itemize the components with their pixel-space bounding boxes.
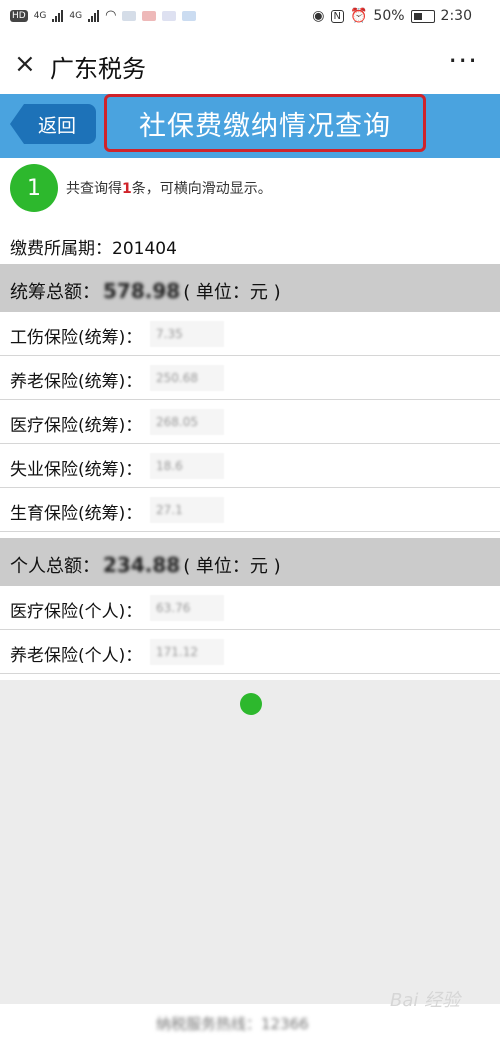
notification-icon-2 bbox=[142, 10, 157, 21]
pooled-total-label: 统筹总额： bbox=[10, 282, 100, 303]
step-badge: 1 bbox=[10, 164, 58, 212]
status-right: ◉ N ⏰ 50% 2:30 bbox=[312, 8, 472, 24]
pooled-total-text: 统筹总额： 578.98( 单位：元 ) bbox=[10, 278, 281, 304]
notification-icon-1 bbox=[122, 10, 137, 21]
item-label: 养老保险(个人)： bbox=[10, 646, 143, 666]
signal-bars-icon bbox=[52, 9, 64, 22]
result-text-before: 共查询得 bbox=[66, 181, 122, 197]
result-text-after: 条，可横向滑动显示。 bbox=[131, 181, 272, 197]
alarm-icon: ⏰ bbox=[349, 8, 368, 24]
clock-time: 2:30 bbox=[440, 8, 472, 24]
item-label: 生育保险(统筹)： bbox=[10, 504, 143, 524]
pooled-total-header: 统筹总额： 578.98( 单位：元 ) bbox=[0, 264, 500, 312]
item-value: 63.76 bbox=[150, 595, 224, 621]
app-title: 广东税务 bbox=[50, 55, 146, 83]
table-row: 工伤保险(统筹)： 7.35 bbox=[0, 312, 500, 356]
hotline-text: 纳税服务热线：12366 bbox=[156, 1015, 309, 1033]
item-label: 医疗保险(统筹)： bbox=[10, 416, 143, 436]
period-label: 缴费所属期： bbox=[10, 239, 112, 259]
back-button[interactable]: 返回 bbox=[10, 104, 96, 144]
page-title-highlight: 社保费缴纳情况查询 bbox=[104, 94, 426, 152]
nfc-icon: N bbox=[330, 9, 344, 23]
more-options-icon[interactable]: ··· bbox=[448, 44, 478, 77]
result-count-text: 共查询得1条，可横向滑动显示。 bbox=[66, 178, 272, 198]
eye-icon: ◉ bbox=[312, 8, 325, 24]
signal-label-2: 4G bbox=[69, 10, 83, 21]
battery-percent: 50% bbox=[373, 8, 405, 24]
item-value: 27.1 bbox=[150, 497, 224, 523]
status-left: HD 4G 4G ◠ bbox=[10, 8, 197, 23]
item-value: 250.68 bbox=[150, 365, 224, 391]
item-value: 268.05 bbox=[150, 409, 224, 435]
table-row: 养老保险(统筹)： 250.68 bbox=[0, 356, 500, 400]
item-label: 失业保险(统筹)： bbox=[10, 460, 143, 480]
result-panel: 1 共查询得1条，可横向滑动显示。 缴费所属期：201404 统筹总额： 578.… bbox=[0, 158, 500, 680]
period-text: 缴费所属期：201404 bbox=[10, 234, 177, 259]
table-row: 养老保险(个人)： 171.12 bbox=[0, 630, 500, 674]
result-count: 1 bbox=[122, 181, 132, 197]
pooled-total-unit: ( 单位：元 ) bbox=[183, 282, 281, 303]
signal-label-1: 4G bbox=[33, 10, 47, 21]
personal-total-unit: ( 单位：元 ) bbox=[183, 556, 281, 577]
app-header: × 广东税务 ··· bbox=[0, 34, 500, 94]
result-summary: 1 共查询得1条，可横向滑动显示。 bbox=[0, 158, 500, 222]
notification-icon-3 bbox=[162, 10, 177, 21]
table-row: 失业保险(统筹)： 18.6 bbox=[0, 444, 500, 488]
notification-icon-4 bbox=[182, 10, 197, 21]
personal-total-text: 个人总额： 234.88( 单位：元 ) bbox=[10, 552, 281, 578]
battery-icon bbox=[410, 9, 435, 23]
personal-total-amount: 234.88 bbox=[103, 553, 181, 577]
item-value: 171.12 bbox=[150, 639, 224, 665]
close-icon[interactable]: × bbox=[14, 50, 36, 78]
item-value: 18.6 bbox=[150, 453, 224, 479]
watermark-logo: Bai 经验 bbox=[390, 990, 461, 1011]
page-title: 社保费缴纳情况查询 bbox=[139, 110, 391, 142]
hd-badge: HD bbox=[10, 9, 28, 22]
item-label: 医疗保险(个人)： bbox=[10, 602, 143, 622]
pagination-dot[interactable] bbox=[240, 693, 262, 715]
item-value: 7.35 bbox=[150, 321, 224, 347]
status-bar: HD 4G 4G ◠ ◉ N ⏰ 50% 2:30 bbox=[0, 0, 500, 34]
personal-total-header: 个人总额： 234.88( 单位：元 ) bbox=[0, 538, 500, 586]
period-row: 缴费所属期：201404 bbox=[0, 222, 500, 264]
table-row: 医疗保险(个人)： 63.76 bbox=[0, 586, 500, 630]
signal-bars-icon-2 bbox=[88, 9, 100, 22]
item-label: 养老保险(统筹)： bbox=[10, 372, 143, 392]
nav-bar: 返回 社保费缴纳情况查询 bbox=[0, 94, 500, 158]
item-label: 工伤保险(统筹)： bbox=[10, 328, 143, 348]
personal-total-label: 个人总额： bbox=[10, 556, 100, 577]
period-value: 201404 bbox=[112, 239, 177, 259]
table-row: 生育保险(统筹)： 27.1 bbox=[0, 488, 500, 532]
table-row: 医疗保险(统筹)： 268.05 bbox=[0, 400, 500, 444]
wifi-icon: ◠ bbox=[105, 8, 117, 23]
pooled-total-amount: 578.98 bbox=[103, 279, 181, 303]
